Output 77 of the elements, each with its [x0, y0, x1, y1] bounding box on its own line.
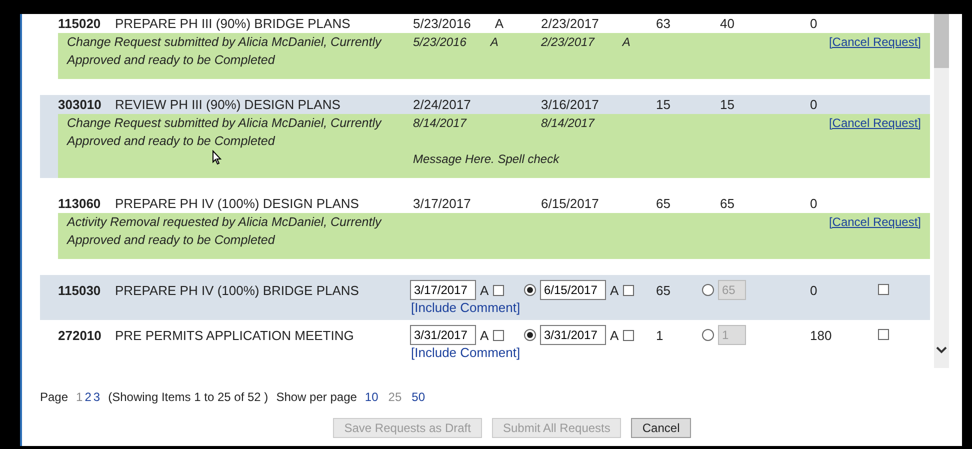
activity-name: PREPARE PH IV (100%) DESIGN PLANS	[115, 196, 360, 211]
page-link[interactable]: 2	[84, 390, 92, 404]
activity-name: PRE PERMITS APPLICATION MEETING	[115, 328, 355, 342]
duration: 63	[656, 16, 672, 31]
duration: 65	[656, 282, 672, 298]
start-date: 5/23/2016	[413, 16, 471, 31]
table-cell-text: 65	[719, 196, 736, 211]
items-summary: (Showing Items 1 to 25 of 52 )	[108, 390, 268, 404]
cursor-icon	[212, 150, 222, 165]
scrollbar-thumb[interactable]	[934, 14, 949, 68]
radio-button[interactable]	[702, 284, 714, 296]
checkbox[interactable]	[622, 284, 634, 296]
request-note: Change Request submitted by Alicia McDaniel, Currently Approved and ready to be Completed	[66, 115, 383, 150]
checkbox[interactable]	[878, 284, 889, 294]
activity-id: 113060	[58, 196, 102, 211]
table-cell-text: 40	[719, 16, 736, 31]
activity-id: 272010	[58, 328, 102, 342]
activity-id: 115030	[58, 282, 102, 298]
requested-finish-date: 8/14/2017	[541, 115, 594, 132]
request-message: Message Here. Spell check	[412, 151, 560, 168]
requested-start-date: 5/23/2016	[413, 34, 466, 51]
duration: 15	[656, 97, 672, 112]
include-comment-link[interactable]: [Include Comment]	[410, 300, 656, 316]
start-date: 3/17/2017	[413, 196, 471, 211]
actual-label: A	[490, 34, 498, 51]
page-link[interactable]: 3	[93, 390, 100, 404]
per-page-link[interactable]: 10	[364, 390, 378, 404]
requested-finish-date: 2/23/2017	[541, 34, 594, 51]
request-note: Change Request submitted by Alicia McDaniel, Currently Approved and ready to be Completed	[66, 34, 383, 69]
checkbox[interactable]	[878, 328, 889, 340]
start-date: 2/24/2017	[413, 97, 471, 112]
actual-label: A	[610, 282, 619, 298]
table-cell-text: 15	[719, 97, 736, 112]
cancel-request-link[interactable]: [Cancel Request]	[828, 213, 930, 249]
finish-date: 2/23/2017	[540, 16, 600, 31]
actual-label: A	[480, 328, 489, 342]
per-page-link[interactable]: 50	[412, 390, 425, 404]
table-cell-text: 0	[809, 16, 818, 31]
finish-date: 3/16/2017	[540, 97, 600, 112]
actual-label: A	[610, 328, 619, 342]
checkbox[interactable]	[622, 330, 634, 340]
finish-date-field[interactable]: 3/31/2017	[540, 325, 606, 345]
cancel-request-link[interactable]: [Cancel Request]	[828, 114, 930, 150]
start-date-field[interactable]: 3/31/2017	[410, 325, 476, 345]
scrollbar[interactable]	[934, 14, 949, 368]
radio-button[interactable]	[702, 329, 714, 341]
activity-name: PREPARE PH III (90%) BRIDGE PLANS	[115, 16, 352, 31]
duration: 1	[656, 328, 664, 342]
activity-id: 115020	[58, 16, 102, 31]
actual-label: A	[480, 282, 489, 298]
radio-button[interactable]	[524, 284, 536, 296]
radio-button[interactable]	[524, 329, 536, 341]
activity-id: 303010	[58, 97, 102, 112]
table-cell-text: 0	[809, 97, 818, 112]
per-page-link[interactable]: 25	[388, 390, 402, 404]
request-note: Activity Removal requested by Alicia McDaniel, Currently Approved and ready to be Completed	[66, 214, 383, 249]
page-label: Page	[40, 390, 68, 404]
activity-name: REVIEW PH III (90%) DESIGN PLANS	[115, 97, 342, 112]
action-button[interactable]: Cancel	[631, 418, 691, 438]
finish-date: 6/15/2017	[540, 196, 600, 211]
per-page-label: Show per page	[276, 390, 357, 404]
page-link[interactable]: 1	[76, 390, 83, 404]
start-date-field[interactable]: 3/17/2017	[410, 280, 476, 300]
checkbox[interactable]	[492, 330, 504, 340]
actual-label: A	[622, 34, 630, 51]
finish-date-field[interactable]: 6/15/2017	[540, 280, 606, 300]
checkbox[interactable]	[492, 284, 504, 296]
include-comment-link[interactable]: [Include Comment]	[410, 345, 656, 361]
requested-start-date: 8/14/2017	[413, 115, 466, 132]
table-cell-text: 0	[809, 196, 818, 211]
table-cell-text: 0	[809, 282, 818, 298]
activity-name: PREPARE PH IV (100%) BRIDGE PLANS	[115, 282, 360, 298]
table-cell-text: 180	[809, 328, 833, 342]
chevron-down-icon[interactable]	[936, 346, 947, 354]
actual-label: A	[494, 16, 504, 31]
cancel-request-link[interactable]: [Cancel Request]	[828, 33, 930, 69]
duration: 65	[656, 196, 672, 211]
